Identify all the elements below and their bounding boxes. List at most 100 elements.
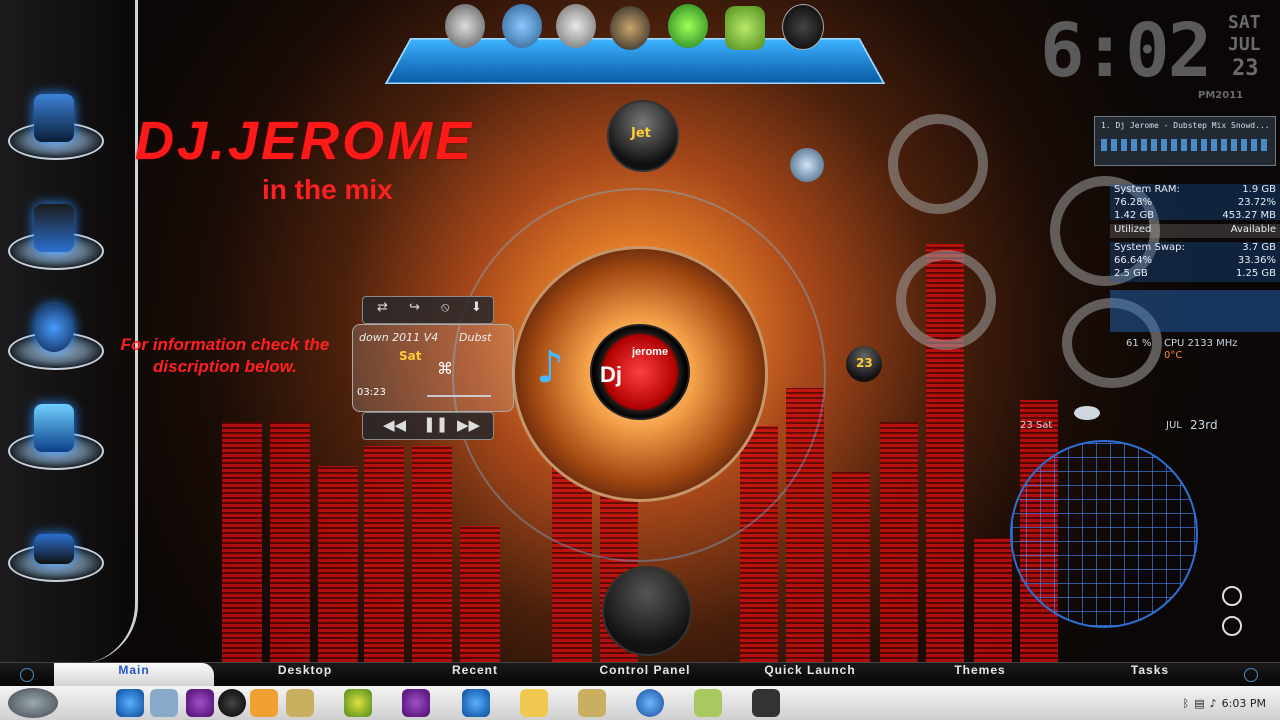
- utilized-label: Utilized: [1114, 224, 1152, 235]
- recycle-bin-icon[interactable]: [8, 400, 104, 470]
- eq-bar: [412, 446, 452, 662]
- eq-bar: [222, 422, 262, 662]
- repeat-icon[interactable]: ↪: [409, 300, 420, 315]
- logo-dj-text: Dj: [600, 362, 622, 387]
- start-button[interactable]: [8, 688, 58, 718]
- alienware-pc-icon[interactable]: [8, 90, 104, 160]
- nav-right-icon[interactable]: [1244, 668, 1258, 682]
- gear-icon[interactable]: [1222, 616, 1242, 636]
- ram-stats: System RAM: 1.9 GB 76.28% 23.72% 1.42 GB 45…: [1110, 184, 1280, 221]
- shuffle-icon[interactable]: ⇄: [377, 300, 388, 315]
- wireframe-globe[interactable]: [1010, 440, 1198, 628]
- alien-ring-icon[interactable]: [610, 6, 650, 50]
- nav-themes[interactable]: Themes: [910, 663, 1050, 687]
- dj-title: DJ.JEROME: [135, 111, 475, 171]
- tray-time[interactable]: 6:03 PM: [1222, 697, 1266, 710]
- weather-month: JUL: [1166, 420, 1182, 431]
- weather-date-small: 23 Sat: [1020, 420, 1053, 431]
- rocket-icon[interactable]: [790, 148, 824, 182]
- alien-black-icon[interactable]: [782, 4, 824, 50]
- eq-bar: [974, 538, 1012, 662]
- download-icon[interactable]: ⬇: [471, 300, 482, 315]
- nav-desktop[interactable]: Desktop: [230, 663, 380, 687]
- ram-used: 1.42 GB: [1114, 210, 1155, 221]
- itunes-icon[interactable]: [636, 689, 664, 717]
- bottom-orb[interactable]: [602, 566, 692, 656]
- cpu-label: CPU 2133 MHz: [1164, 338, 1238, 349]
- cpu-pct: 61 %: [1126, 338, 1152, 349]
- nav-left-icon[interactable]: [20, 668, 34, 682]
- clock-day: SAT: [1228, 12, 1261, 33]
- dj-logo[interactable]: Dj jerome: [590, 324, 690, 420]
- yahoo-icon[interactable]: [402, 689, 430, 717]
- folder-icon[interactable]: [520, 689, 548, 717]
- cpu-temp: 0°C: [1164, 350, 1183, 361]
- clock-time: 6:02: [1040, 8, 1212, 94]
- network-icon[interactable]: [344, 689, 372, 717]
- player-body: down 2011 V4 Dubst Sat 03:23 ⌘: [352, 324, 514, 412]
- clock-date: 23: [1232, 56, 1259, 81]
- eq-bar: [364, 446, 404, 662]
- ie-icon-2[interactable]: [462, 689, 490, 717]
- ram-label: System RAM:: [1114, 184, 1180, 195]
- tool-icon[interactable]: [286, 689, 314, 717]
- alienware-laptop-icon[interactable]: [8, 200, 104, 270]
- logo-jerome-text: jerome: [632, 346, 669, 358]
- prev-icon[interactable]: ◀◀: [383, 416, 406, 434]
- sphere-icon[interactable]: [8, 300, 104, 370]
- media-icon[interactable]: [250, 689, 278, 717]
- yahoo-messenger-icon[interactable]: [186, 689, 214, 717]
- alienware-icon[interactable]: [218, 689, 246, 717]
- next-icon[interactable]: ▶▶: [457, 416, 480, 434]
- eq-bar: [880, 422, 918, 662]
- tray-volume-icon[interactable]: ♪: [1210, 697, 1217, 710]
- tool-icon-2[interactable]: [578, 689, 606, 717]
- swap-avail: 1.25 GB: [1235, 268, 1276, 279]
- nav-bar: Main Desktop Recent Control Panel Quick …: [0, 662, 1280, 689]
- date-orb[interactable]: 23: [846, 346, 882, 382]
- music-note-icon[interactable]: ♪: [536, 346, 564, 390]
- ram-avail: 453.27 MB: [1222, 210, 1276, 221]
- nav-recent[interactable]: Recent: [400, 663, 550, 687]
- track-title: down 2011 V4: [359, 331, 439, 344]
- stop-icon[interactable]: ⦸: [441, 300, 449, 315]
- eq-bar: [318, 466, 358, 662]
- device-icon[interactable]: [8, 512, 104, 582]
- player-time: 03:23: [357, 387, 386, 398]
- now-playing-text: 1. Dj Jerome - Dubstep Mix Snowd...: [1101, 121, 1270, 130]
- date-orb-label: 23: [856, 356, 873, 370]
- ie-icon[interactable]: [116, 689, 144, 717]
- taskbar: ᛒ ▤ ♪ 6:03 PM: [0, 686, 1280, 720]
- android-icon[interactable]: [725, 6, 765, 50]
- command-icon[interactable]: ⌘: [437, 359, 453, 378]
- usb-icon[interactable]: [752, 689, 780, 717]
- jet-label: Jet: [631, 126, 651, 141]
- ram-pct-used: 76.28%: [1114, 197, 1153, 208]
- dj-subtitle: in the mix: [262, 174, 393, 205]
- nav-control-panel[interactable]: Control Panel: [565, 663, 725, 687]
- notes-icon[interactable]: [694, 689, 722, 717]
- alien-robot-icon[interactable]: [502, 4, 542, 48]
- windows-explorer-icon[interactable]: [150, 689, 178, 717]
- green-alien-icon[interactable]: [668, 4, 708, 48]
- util-labels: Utilized Available: [1110, 224, 1280, 238]
- progress-track[interactable]: [427, 395, 491, 397]
- player-toolbar: ⇄ ↪ ⦸ ⬇: [362, 296, 494, 324]
- swap-used: 2.5 GB: [1114, 268, 1148, 279]
- alien-head-icon[interactable]: [556, 4, 596, 48]
- nav-tasks[interactable]: Tasks: [1080, 663, 1220, 687]
- player-controls: ◀◀ ❚❚ ▶▶: [362, 412, 494, 440]
- clock-widget: 6:02 SAT JUL 23 PM2011: [1040, 8, 1270, 104]
- swap-label: System Swap:: [1114, 242, 1185, 253]
- media-player: ⇄ ↪ ⦸ ⬇ down 2011 V4 Dubst Sat 03:23 ⌘ ◀…: [352, 296, 514, 444]
- visualizer: [1101, 139, 1269, 151]
- tray-bluetooth-icon[interactable]: ᛒ: [1183, 697, 1190, 710]
- tray-network-icon[interactable]: ▤: [1194, 697, 1204, 710]
- astronaut-icon[interactable]: [445, 4, 485, 48]
- settings-icon[interactable]: [1222, 586, 1242, 606]
- jet-orb[interactable]: Jet: [607, 100, 679, 172]
- pause-icon[interactable]: ❚❚: [423, 415, 448, 433]
- nav-quick-launch[interactable]: Quick Launch: [740, 663, 880, 687]
- cloud-icon: [1074, 406, 1100, 420]
- swap-total: 3.7 GB: [1242, 242, 1276, 253]
